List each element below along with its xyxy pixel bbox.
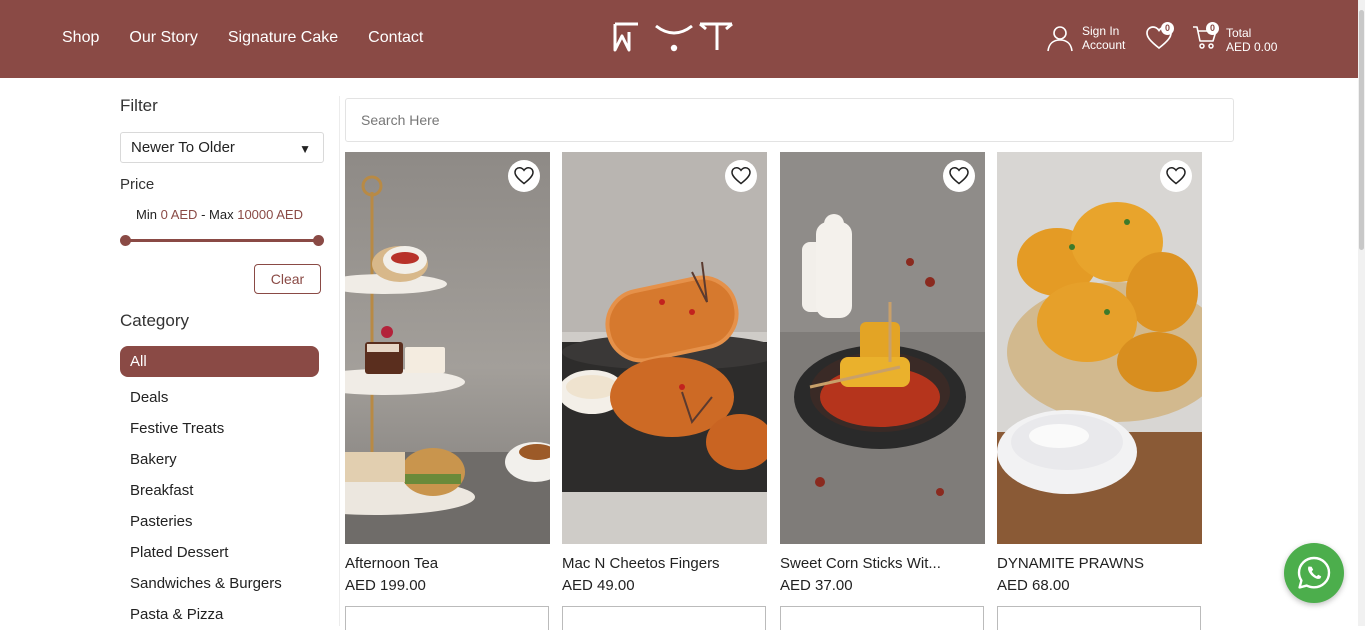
category-item-deals[interactable]: Deals [120,382,320,413]
category-item-sandwiches-burgers[interactable]: Sandwiches & Burgers [120,568,320,599]
site-logo[interactable] [612,20,736,56]
category-item-bakery[interactable]: Bakery [120,444,320,475]
whatsapp-icon [1297,556,1331,589]
sweet-corn-sticks-image [780,152,985,544]
scrollbar-thumb[interactable] [1359,10,1364,250]
add-to-wishlist-button[interactable] [1160,160,1192,192]
category-item-all[interactable]: All [120,346,319,377]
price-range-text: Min 0 AED - Max 10000 AED [136,207,303,222]
price-label: Price [120,176,155,193]
cart-text: Total AED 0.00 [1226,26,1277,54]
nav-shop[interactable]: Shop [62,29,99,47]
filter-title: Filter [120,96,158,115]
dropdown-arrow-icon: ▼ [299,142,311,156]
cart-icon-wrap: 0 [1192,22,1219,55]
add-to-cart-button[interactable] [997,606,1201,630]
product-name[interactable]: Mac N Cheetos Fingers [562,555,767,572]
category-list: All Deals Festive Treats Bakery Breakfas… [120,346,320,630]
min-label: Min [136,207,157,222]
category-item-festive-treats[interactable]: Festive Treats [120,413,320,444]
product-name[interactable]: Afternoon Tea [345,555,550,572]
product-price: AED 199.00 [345,577,426,594]
cart-total-value: AED 0.00 [1226,39,1278,54]
page-scrollbar[interactable] [1358,0,1365,626]
add-to-wishlist-button[interactable] [508,160,540,192]
max-label: Max [209,207,234,222]
product-name[interactable]: DYNAMITE PRAWNS [997,555,1202,572]
nav-contact[interactable]: Contact [368,29,423,47]
price-slider-min-handle[interactable] [120,235,131,246]
nav-our-story[interactable]: Our Story [129,29,197,47]
category-item-pasteries[interactable]: Pasteries [120,506,320,537]
add-to-cart-button[interactable] [780,606,984,630]
account-link[interactable]: Sign In Account [1046,24,1125,52]
logo-mark [613,22,733,52]
dynamite-prawns-image [997,152,1202,544]
category-item-pasta-pizza[interactable]: Pasta & Pizza [120,599,320,630]
product-name[interactable]: Sweet Corn Sticks Wit... [780,555,985,572]
add-to-wishlist-button[interactable] [943,160,975,192]
heart-icon [1166,167,1186,185]
whatsapp-chat-button[interactable] [1284,543,1344,603]
user-icon [1047,26,1073,52]
heart-icon [514,167,534,185]
search-input[interactable] [345,98,1234,142]
main-nav: Shop Our Story Signature Cake Contact [62,29,423,47]
cart-total-label: Total [1226,25,1252,40]
mac-n-cheetos-image [562,152,767,544]
site-header: Shop Our Story Signature Cake Contact Si… [0,0,1358,78]
product-image[interactable] [562,152,767,544]
cart-count-badge: 0 [1206,22,1219,35]
category-item-breakfast[interactable]: Breakfast [120,475,320,506]
wishlist-button[interactable]: 0 [1146,22,1174,55]
price-slider-max-handle[interactable] [313,235,324,246]
range-separator: - [201,207,206,222]
sort-select[interactable]: Newer To Older ▼ [120,132,324,163]
product-image[interactable] [780,152,985,544]
max-value: 10000 AED [237,207,303,222]
category-label: Category [120,311,189,330]
filter-sidebar: Filter Newer To Older ▼ Price Min 0 AED … [120,96,325,623]
product-price: AED 49.00 [562,577,635,594]
account-label: Account [1082,38,1126,52]
sign-in-label: Sign In [1082,24,1120,38]
add-to-cart-button[interactable] [562,606,766,630]
sort-selected-value: Newer To Older [131,139,235,156]
clear-filter-button[interactable]: Clear [254,264,321,294]
afternoon-tea-image [345,152,550,544]
cart-button[interactable]: 0 Total AED 0.00 [1192,22,1277,55]
category-item-plated-dessert[interactable]: Plated Dessert [120,537,320,568]
add-to-cart-button[interactable] [345,606,549,630]
product-price: AED 37.00 [780,577,853,594]
wishlist-count-badge: 0 [1161,22,1174,35]
sidebar-divider [339,96,340,626]
price-slider[interactable] [120,235,324,246]
min-value: 0 AED [160,207,198,222]
heart-icon [731,167,751,185]
nav-signature-cake[interactable]: Signature Cake [228,29,338,47]
account-text: Sign In Account [1082,24,1125,52]
product-price: AED 68.00 [997,577,1070,594]
add-to-wishlist-button[interactable] [725,160,757,192]
product-image[interactable] [997,152,1202,544]
heart-icon [949,167,969,185]
product-image[interactable] [345,152,550,544]
